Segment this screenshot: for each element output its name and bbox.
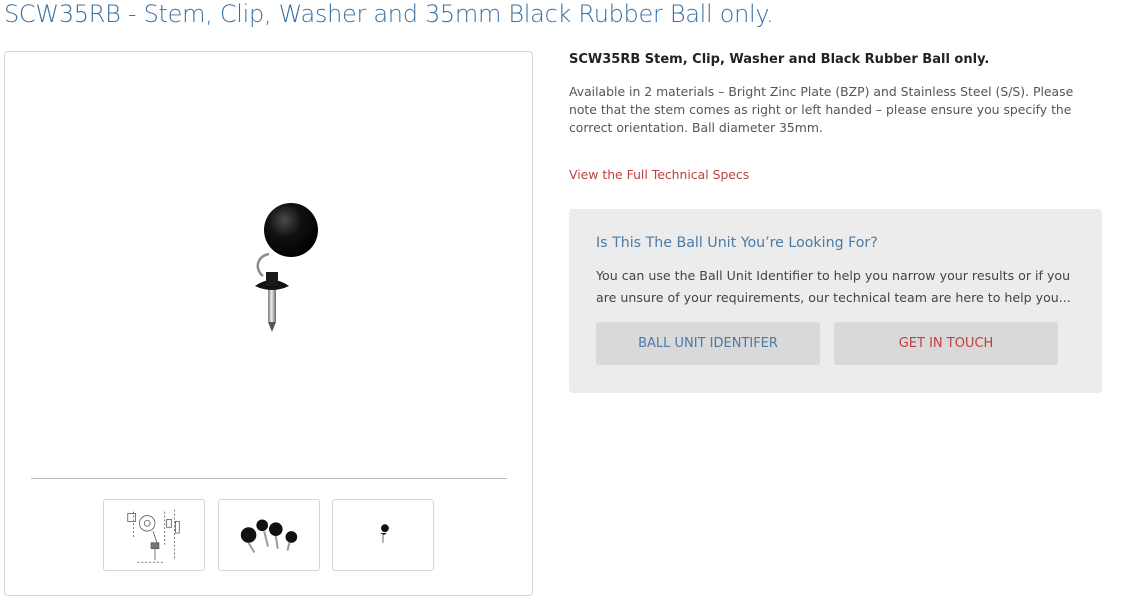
product-description: Available in 2 materials – Bright Zinc P… bbox=[569, 84, 1074, 135]
ball-unit-help-box: Is This The Ball Unit You’re Looking For… bbox=[569, 209, 1102, 393]
product-info: SCW35RB Stem, Clip, Washer and Black Rub… bbox=[569, 50, 1103, 182]
main-product-image[interactable] bbox=[25, 64, 515, 474]
help-box-title: Is This The Ball Unit You’re Looking For… bbox=[596, 235, 878, 251]
help-box-text: You can use the Ball Unit Identifier to … bbox=[596, 268, 1071, 305]
technical-specs-link[interactable]: View the Full Technical Specs bbox=[569, 167, 1103, 182]
product-name: SCW35RB Stem, Clip, Washer and Black Rub… bbox=[569, 52, 990, 67]
product-gallery bbox=[4, 51, 533, 596]
gallery-divider bbox=[31, 478, 507, 479]
page-title: SCW35RB - Stem, Clip, Washer and 35mm Bl… bbox=[4, 0, 774, 28]
get-in-touch-button[interactable]: GET IN TOUCH bbox=[834, 322, 1058, 365]
thumbnail-ball-group[interactable] bbox=[218, 499, 320, 571]
thumbnail-technical-drawing[interactable] bbox=[103, 499, 205, 571]
ball-unit-identifier-button[interactable]: BALL UNIT IDENTIFER bbox=[596, 322, 820, 365]
thumbnail-single-ball[interactable] bbox=[332, 499, 434, 571]
